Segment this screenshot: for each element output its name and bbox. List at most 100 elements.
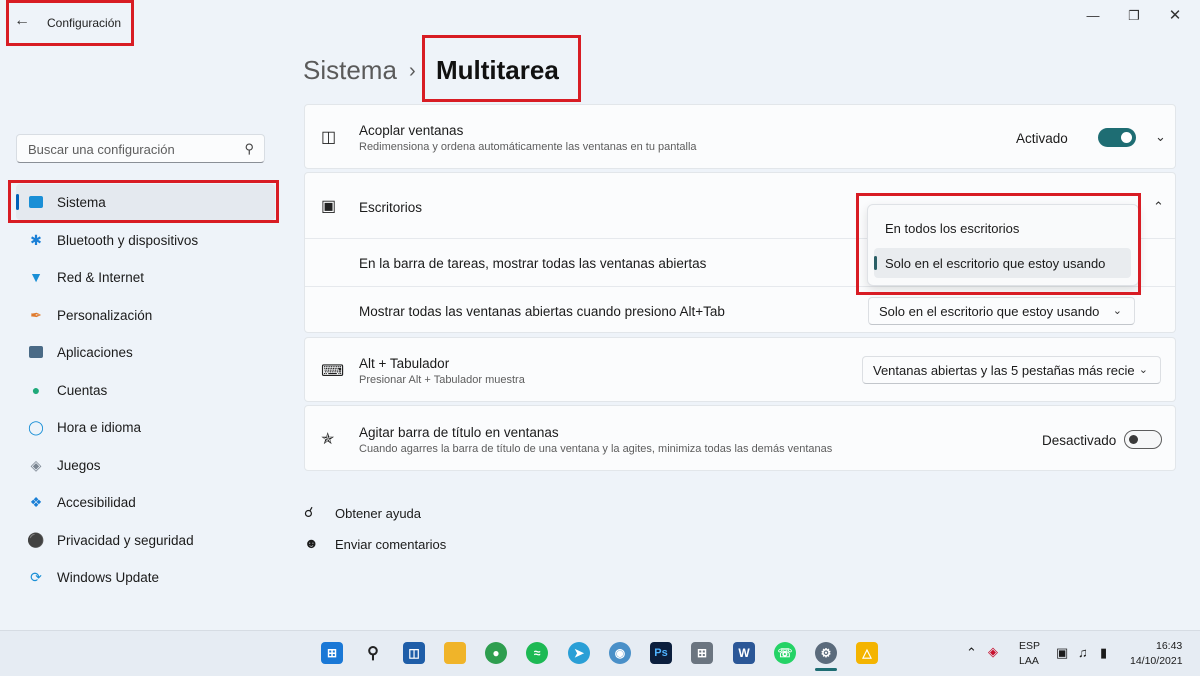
dropdown-value: Ventanas abiertas y las 5 pestañas más r… — [873, 362, 1135, 378]
settings-gear-icon[interactable]: ⚙ — [815, 642, 837, 664]
sidebar-item-windows-update[interactable]: ⟳ Windows Update — [16, 559, 275, 595]
page-title: Multitarea — [436, 55, 559, 85]
send-feedback-link[interactable]: Enviar comentarios — [335, 537, 446, 552]
sidebar-item-label: Bluetooth y dispositivos — [57, 232, 199, 248]
sidebar-item-label: Sistema — [57, 194, 106, 210]
alttab-subtitle: Presionar Alt + Tabulador muestra — [359, 374, 525, 386]
minimize-icon[interactable]: — — [1083, 8, 1103, 23]
sidebar-item-label: Aplicaciones — [57, 344, 133, 360]
feedback-icon: ☻ — [304, 535, 319, 551]
sidebar-item-sistema[interactable]: Sistema — [16, 184, 275, 220]
sidebar-item-label: Accesibilidad — [57, 494, 136, 510]
shield-icon: ⚫ — [27, 531, 45, 548]
sidebar-item-bluetooth[interactable]: ✱ Bluetooth y dispositivos — [16, 222, 275, 258]
search-box[interactable]: ⚲ — [16, 134, 265, 163]
snap-toggle[interactable] — [1098, 128, 1136, 147]
alttab-windows-label: Mostrar todas las ventanas abiertas cuan… — [359, 304, 725, 319]
google-drive-icon[interactable]: △ — [856, 642, 878, 664]
search-icon: ⚲ — [244, 141, 254, 156]
chrome-icon[interactable]: ● — [485, 642, 507, 664]
chevron-down-icon[interactable]: ⌄ — [1155, 129, 1166, 145]
account-icon: ● — [31, 382, 41, 398]
system-icon — [26, 193, 46, 211]
network-icon[interactable]: ▣ — [1056, 645, 1068, 661]
maps-icon[interactable]: ◉ — [609, 642, 631, 664]
alttab-title: Alt + Tabulador — [359, 356, 450, 371]
cursor-shake-icon: ✯ — [321, 431, 335, 448]
calculator-icon[interactable]: ⊞ — [691, 642, 713, 664]
globe-clock-icon: ◯ — [28, 418, 44, 435]
close-icon[interactable]: ✕ — [1165, 6, 1185, 24]
sidebar-item-label: Juegos — [57, 457, 101, 473]
sidebar-item-label: Red & Internet — [57, 269, 145, 285]
sidebar-item-juegos[interactable]: ◈ Juegos — [16, 447, 275, 483]
taskbar — [0, 630, 1200, 676]
photoshop-icon[interactable]: Ps — [650, 642, 672, 664]
shake-card: ✯ Agitar barra de título en ventanas Cua… — [304, 405, 1176, 471]
keyboard-icon: ⌨ — [321, 363, 345, 380]
update-icon: ⟳ — [30, 568, 42, 585]
brush-icon: ✒ — [30, 306, 42, 323]
telegram-icon[interactable]: ➤ — [568, 642, 590, 664]
alttab-dropdown[interactable]: Ventanas abiertas y las 5 pestañas más r… — [862, 356, 1161, 384]
snap-state-label: Activado — [1016, 131, 1068, 146]
active-app-indicator — [815, 668, 837, 671]
windows-start-icon[interactable]: ⊞ — [321, 642, 343, 664]
whatsapp-icon[interactable]: ☏ — [774, 642, 796, 664]
task-view-icon[interactable]: ◫ — [403, 642, 425, 664]
search-icon[interactable]: ⚲ — [362, 642, 384, 664]
sidebar-item-personalizacion[interactable]: ✒ Personalización — [16, 297, 275, 333]
desktops-title: Escritorios — [359, 200, 423, 215]
clock-date[interactable]: 14/10/2021 — [1130, 655, 1183, 667]
sidebar-item-red[interactable]: ▼ Red & Internet — [16, 259, 275, 295]
selected-indicator — [874, 256, 877, 270]
chevron-down-icon: ⌄ — [1138, 364, 1148, 376]
help-icon: ☌ — [304, 504, 314, 520]
breadcrumb-parent[interactable]: Sistema — [303, 55, 397, 86]
language-bottom[interactable]: LAA — [1019, 655, 1039, 667]
snap-windows-card[interactable]: ◫ Acoplar ventanas Redimensiona y ordena… — [304, 104, 1176, 169]
bluetooth-icon: ✱ — [30, 231, 42, 248]
app-title: Configuración — [47, 16, 122, 30]
language-top[interactable]: ESP — [1019, 640, 1040, 652]
file-explorer-icon[interactable] — [444, 642, 466, 664]
apps-icon — [26, 343, 46, 361]
alttab-desktops-dropdown[interactable]: Solo en el escritorio que estoy usando ⌄ — [868, 297, 1135, 325]
search-input[interactable] — [26, 141, 230, 158]
sidebar-item-aplicaciones[interactable]: Aplicaciones — [16, 334, 275, 370]
accessibility-icon: ❖ — [29, 493, 43, 510]
gamepad-icon: ◈ — [30, 456, 42, 473]
sidebar-item-label: Windows Update — [57, 569, 160, 585]
chevron-up-icon[interactable]: ⌃ — [1153, 199, 1164, 215]
maximize-icon[interactable]: ❐ — [1124, 8, 1144, 24]
shake-toggle[interactable] — [1124, 430, 1162, 449]
sidebar-item-label: Hora e idioma — [57, 419, 142, 435]
sidebar-item-hora[interactable]: ◯ Hora e idioma — [16, 409, 275, 445]
snap-layout-icon: ◫ — [321, 129, 337, 146]
sidebar-item-privacidad[interactable]: ⚫ Privacidad y seguridad — [16, 522, 275, 558]
desktops-dropdown-menu[interactable]: En todos los escritorios Solo en el escr… — [867, 204, 1139, 286]
sidebar-item-label: Privacidad y seguridad — [57, 532, 194, 548]
sidebar-item-label: Personalización — [57, 307, 153, 323]
clock-time[interactable]: 16:43 — [1156, 640, 1182, 652]
divider — [305, 286, 1175, 287]
back-arrow-icon[interactable]: ← — [14, 12, 30, 30]
breadcrumb-separator-icon: › — [409, 60, 416, 82]
menu-option-all-desktops[interactable]: En todos los escritorios — [874, 213, 1131, 243]
menu-option-current-desktop[interactable]: Solo en el escritorio que estoy usando — [874, 248, 1131, 278]
battery-icon[interactable]: ▮ — [1100, 645, 1107, 661]
shake-subtitle: Cuando agarres la barra de título de una… — [359, 443, 833, 455]
get-help-link[interactable]: Obtener ayuda — [335, 506, 421, 521]
spotify-icon[interactable]: ≈ — [526, 642, 548, 664]
shake-state-label: Desactivado — [1042, 433, 1117, 448]
sidebar-item-cuentas[interactable]: ● Cuentas — [16, 372, 275, 408]
chevron-up-icon[interactable]: ⌃ — [966, 645, 977, 661]
alttab-card: ⌨ Alt + Tabulador Presionar Alt + Tabula… — [304, 337, 1176, 402]
volume-icon[interactable]: ♫ — [1078, 645, 1088, 660]
dropdown-value: Solo en el escritorio que estoy usando — [879, 303, 1100, 319]
snap-subtitle: Redimensiona y ordena automáticamente la… — [359, 141, 697, 153]
mcafee-icon[interactable]: ◈ — [988, 644, 998, 660]
word-icon[interactable]: W — [733, 642, 755, 664]
snap-title: Acoplar ventanas — [359, 123, 464, 138]
sidebar-item-accesibilidad[interactable]: ❖ Accesibilidad — [16, 484, 275, 520]
